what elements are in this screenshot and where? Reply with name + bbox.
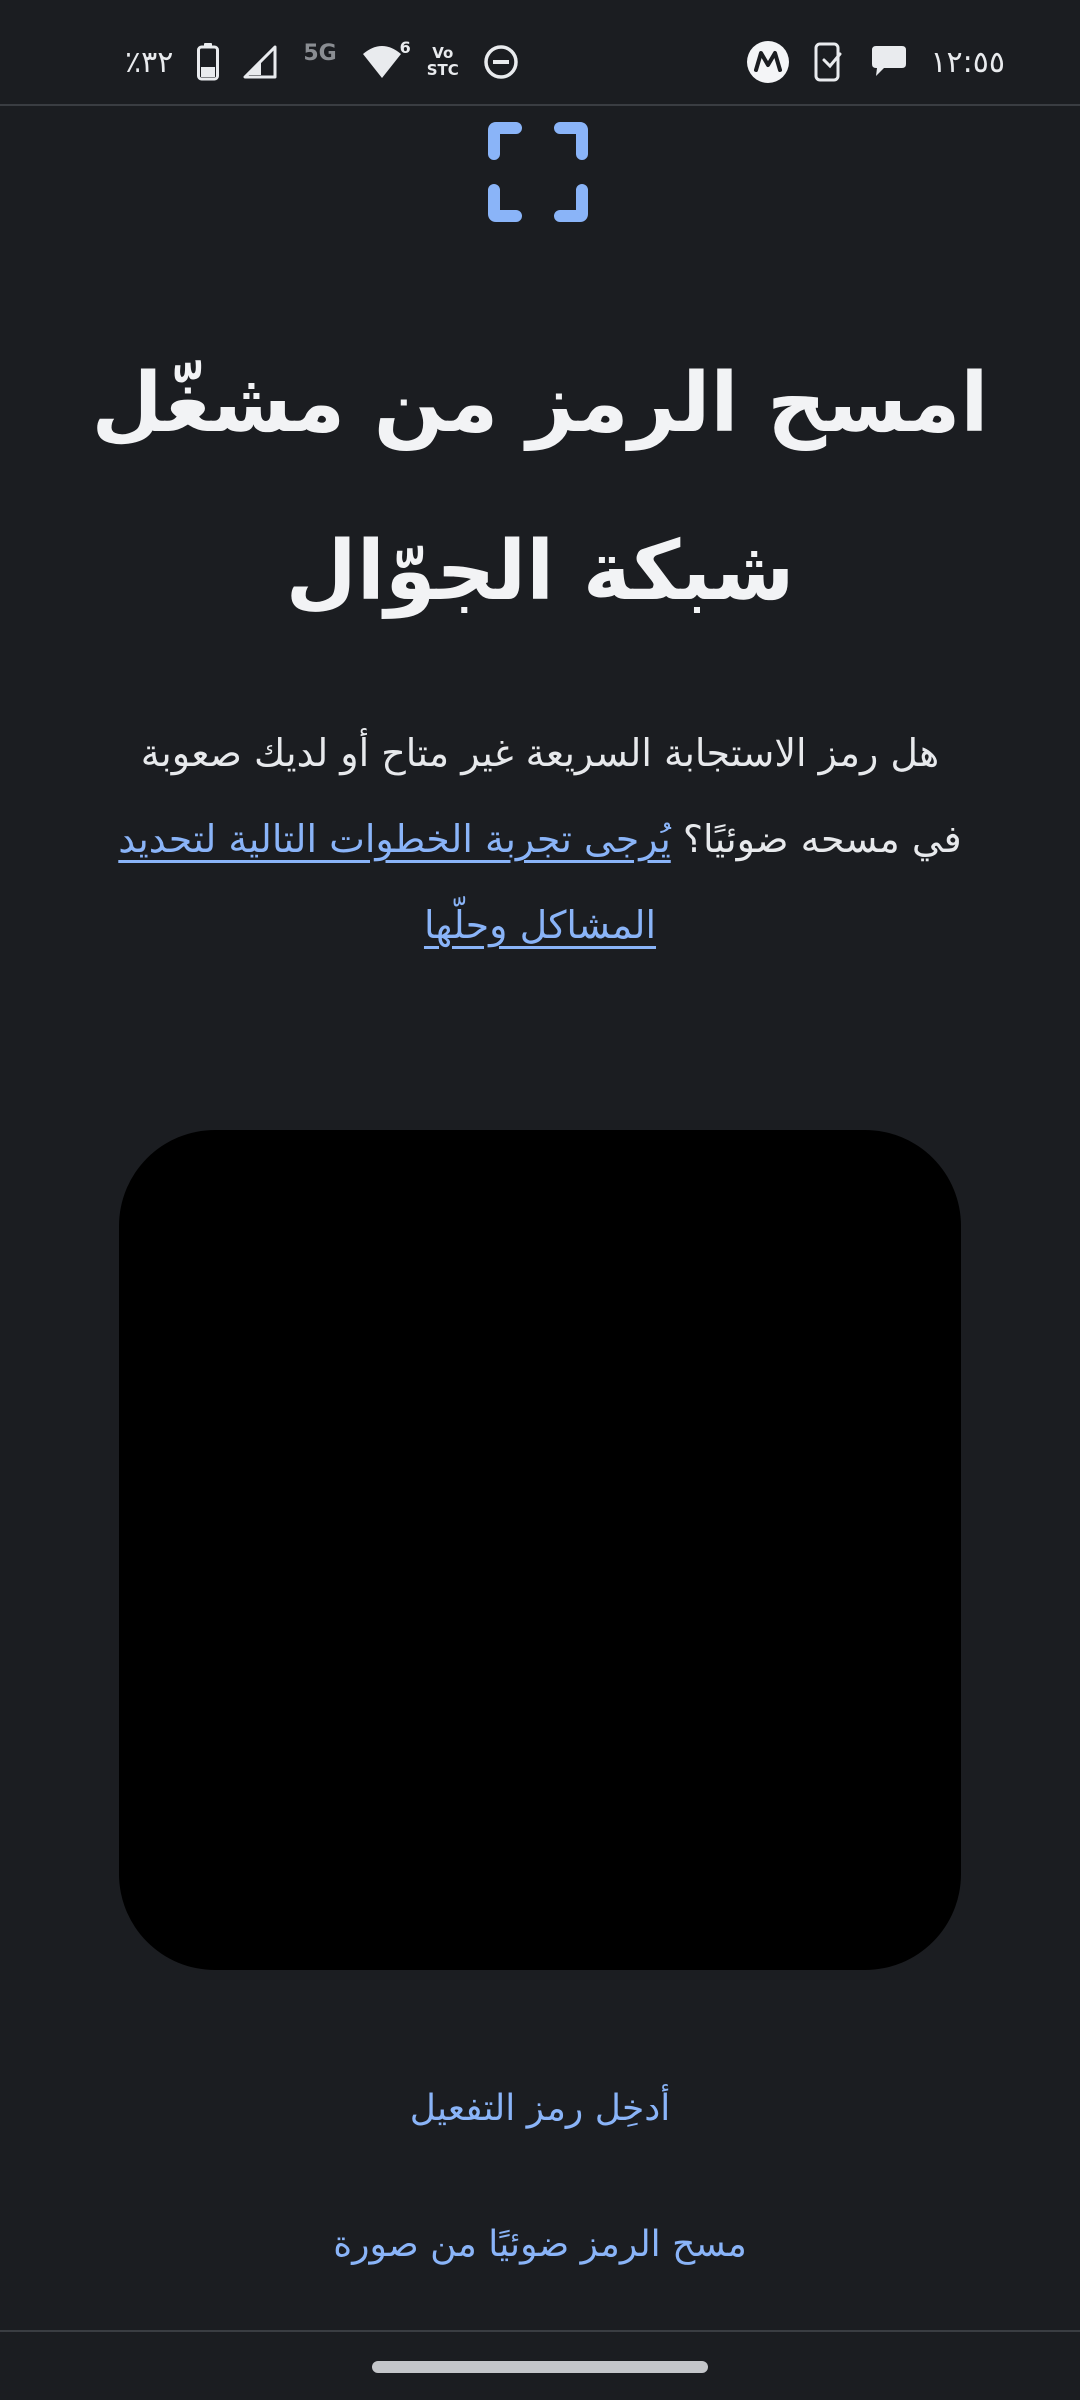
wifi-generation-badge: 6	[399, 38, 411, 57]
phone-sync-icon	[812, 42, 846, 82]
home-gesture-handle[interactable]	[372, 2361, 708, 2373]
signal-icon	[243, 45, 279, 79]
battery-icon	[197, 43, 220, 81]
qr-scan-frame-icon	[488, 122, 588, 222]
page-title-line-1: امسح الرمز من مشغّل	[91, 356, 989, 451]
status-bar-left-group: ١٢:٥٥	[746, 34, 1005, 90]
enter-activation-code-button[interactable]: أدخِل رمز التفعيل	[0, 2088, 1080, 2129]
page-title-line-2: شبكة الجوّال	[285, 524, 795, 619]
help-description: هل رمز الاستجابة السريعة غير متاح أو لدي…	[110, 710, 970, 968]
camera-viewfinder[interactable]	[119, 1130, 961, 1970]
dnd-icon	[483, 44, 519, 80]
clock: ١٢:٥٥	[930, 44, 1005, 80]
status-bar: ٪٣٢ 5G 6 Vo STC ١٢:٥٥	[0, 0, 1080, 106]
page-title: امسح الرمز من مشغّل شبكة الجوّال	[90, 320, 990, 656]
scan-from-image-button[interactable]: مسح الرمز ضوئيًا من صورة	[0, 2224, 1080, 2265]
chat-icon	[868, 44, 908, 80]
volte-bottom-label: STC	[426, 61, 459, 79]
network-type-badge: 5G	[303, 40, 337, 66]
volte-top-label: Vo	[432, 44, 454, 62]
volte-icon: Vo STC	[427, 45, 459, 79]
motorola-icon	[746, 40, 790, 84]
nav-divider	[0, 2330, 1080, 2332]
status-bar-right-group: ٪٣٢ 5G 6 Vo STC	[125, 34, 519, 90]
troubleshooting-link[interactable]: يُرجى تجربة الخطوات التالية لتحديد المشا…	[118, 817, 670, 947]
battery-percentage: ٪٣٢	[125, 44, 174, 80]
wifi-icon: 6	[361, 38, 411, 80]
